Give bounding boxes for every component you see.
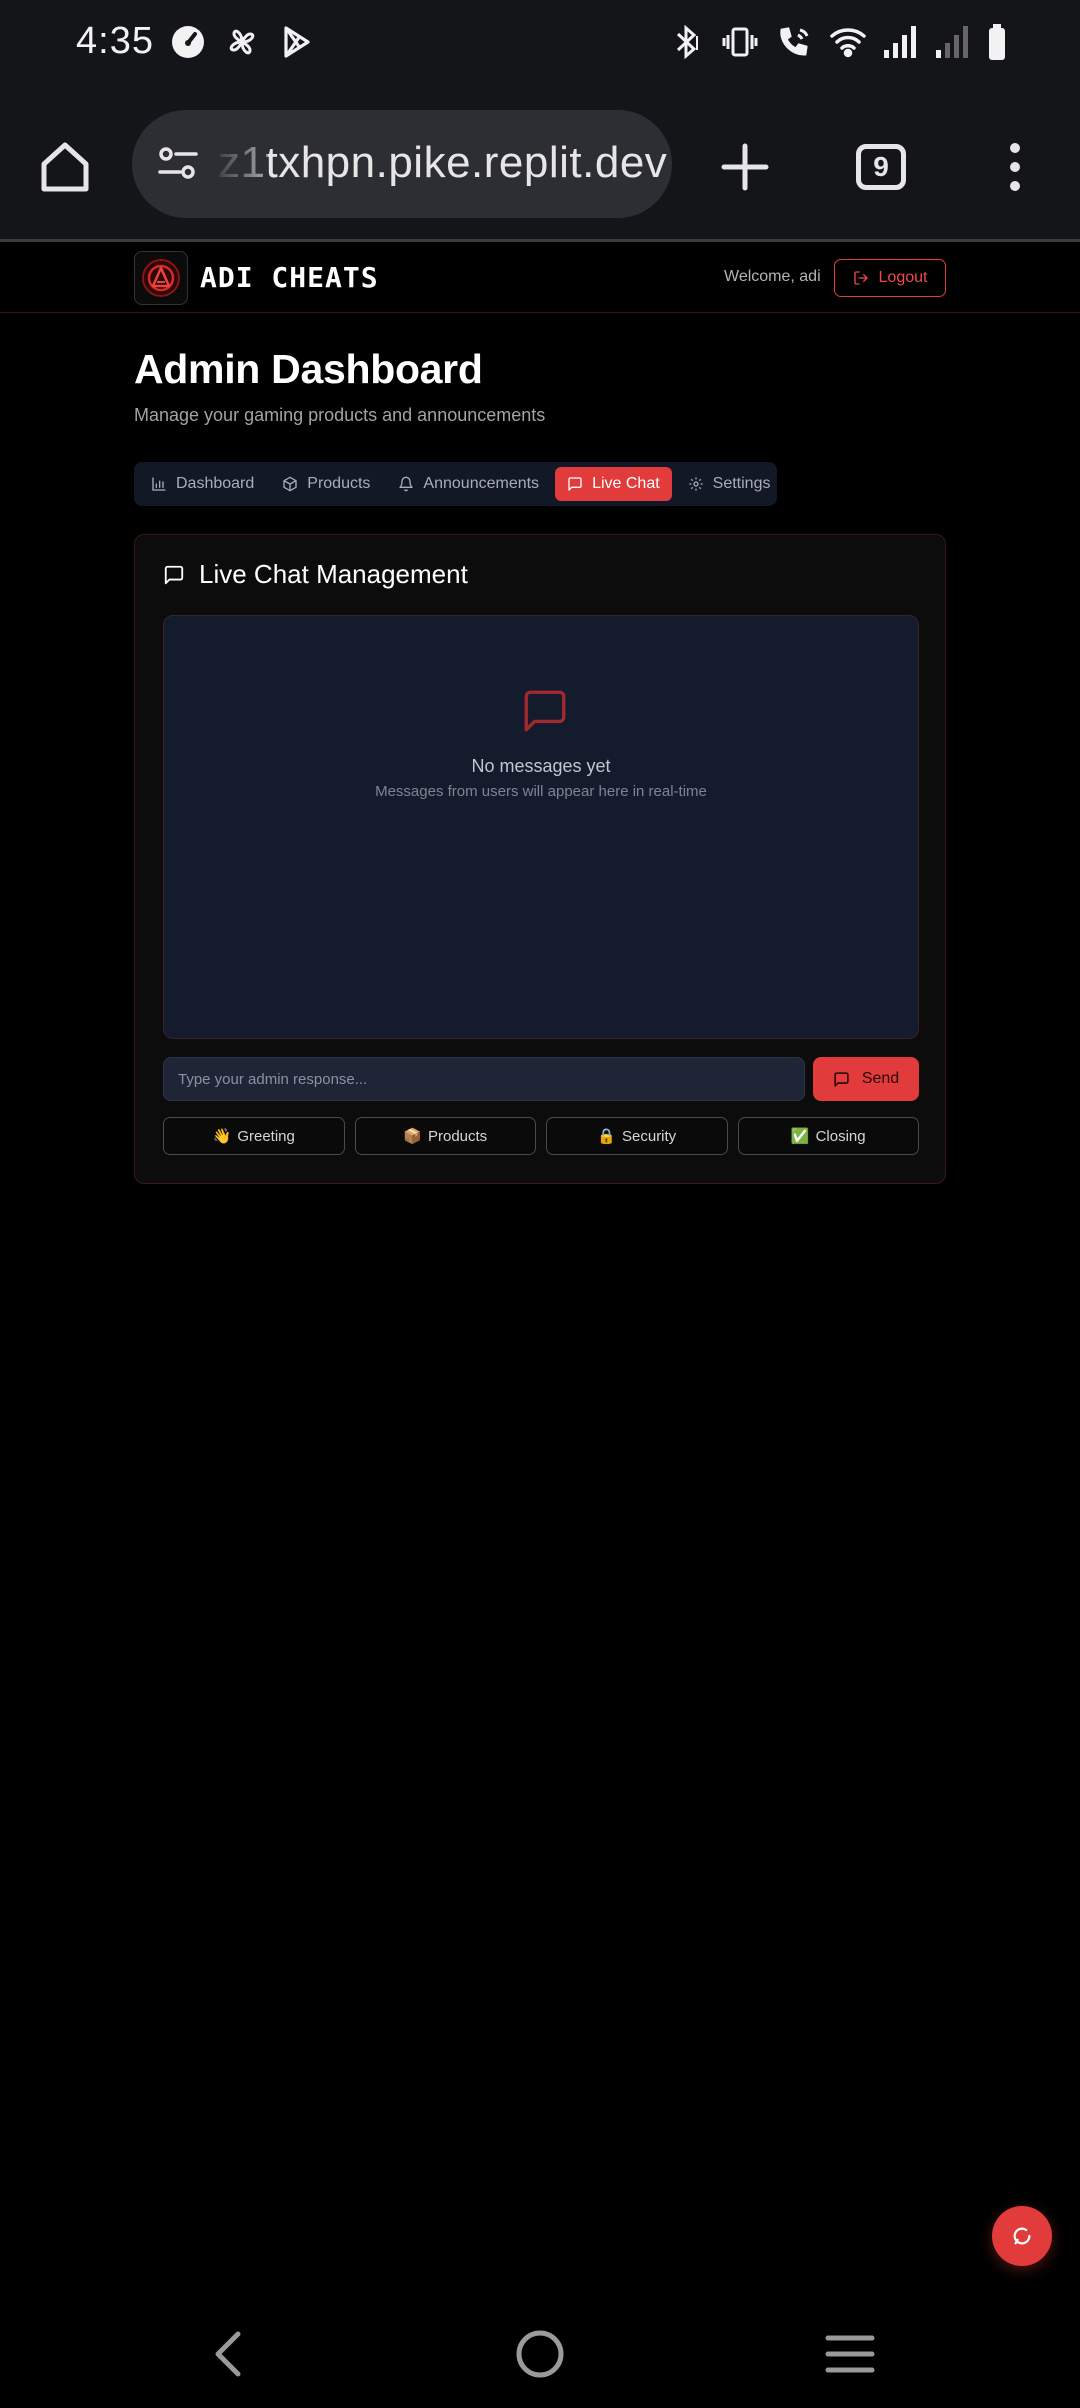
tab-label: Products <box>307 475 371 492</box>
tab-live-chat[interactable]: Live Chat <box>555 467 672 501</box>
tab-announcements[interactable]: Announcements <box>386 467 551 501</box>
card-title: Live Chat Management <box>163 559 468 590</box>
page-subtitle: Manage your gaming products and announce… <box>134 405 546 425</box>
brand-name: ADI CHEATS <box>200 261 379 294</box>
quick-reply-security[interactable]: 🔒 Security <box>546 1117 728 1155</box>
pinwheel-icon <box>222 22 262 67</box>
quick-reply-products[interactable]: 📦 Products <box>354 1117 536 1155</box>
floating-chat-button[interactable] <box>992 2206 1052 2266</box>
quick-reply-closing[interactable]: ✅ Closing <box>737 1117 919 1155</box>
quick-reply-label: Greeting <box>237 1127 295 1145</box>
message-square-icon <box>568 477 582 491</box>
live-chat-card: Live Chat Management No messages yet Mes… <box>134 534 946 1184</box>
package-icon: 📦 <box>403 1128 422 1145</box>
bar-chart-icon <box>152 477 166 491</box>
empty-state-title: No messages yet <box>471 756 611 776</box>
chat-bubble-icon <box>1013 2227 1031 2245</box>
play-store-icon <box>276 22 316 67</box>
status-bar: 4:35 <box>0 0 1080 88</box>
nav-recents-button[interactable] <box>818 2322 882 2386</box>
site-header: ADI CHEATS Welcome, adi Logout <box>0 245 1080 313</box>
tab-products[interactable]: Products <box>270 467 382 501</box>
home-icon <box>41 142 89 192</box>
quick-reply-label: Products <box>427 1127 488 1145</box>
page-title: Admin Dashboard <box>134 346 483 392</box>
site-settings-icon[interactable] <box>156 142 200 191</box>
menu-icon <box>825 2335 875 2373</box>
logo-icon <box>142 259 180 297</box>
package-icon <box>283 476 297 492</box>
battery-icon <box>986 22 1008 67</box>
quick-reply-label: Security <box>622 1127 677 1145</box>
quick-replies: 👋 Greeting 📦 Products 🔒 Security ✅ Closi… <box>163 1117 919 1155</box>
tab-label: Dashboard <box>176 475 255 492</box>
logout-label: Logout <box>878 269 928 286</box>
card-title-text: Live Chat Management <box>199 559 468 589</box>
wifi-calling-icon <box>774 22 814 67</box>
nav-back-button[interactable] <box>196 2322 260 2386</box>
tab-label: Announcements <box>423 475 540 492</box>
vibrate-icon <box>720 22 760 67</box>
gear-icon <box>688 477 703 491</box>
empty-state-subtitle: Messages from users will appear here in … <box>375 783 707 800</box>
tab-label: Live Chat <box>592 475 660 492</box>
check-mark-icon: ✅ <box>790 1128 810 1145</box>
browser-toolbar: z1txhpn.pike.replit.dev 9 <box>0 88 1080 242</box>
nav-home-button[interactable] <box>508 2322 572 2386</box>
more-vertical-icon <box>1010 143 1020 191</box>
quick-reply-label: Closing <box>815 1127 866 1145</box>
address-bar[interactable]: z1txhpn.pike.replit.dev <box>132 110 672 218</box>
bluetooth-icon <box>666 22 706 67</box>
message-square-icon <box>834 1071 849 1087</box>
speedometer-icon <box>168 22 208 67</box>
tab-settings[interactable]: Settings <box>676 467 783 501</box>
signal-weak-icon <box>934 22 972 67</box>
quick-reply-greeting[interactable]: 👋 Greeting <box>163 1117 345 1155</box>
browser-menu-button[interactable] <box>982 134 1048 200</box>
empty-chat-icon <box>520 686 570 741</box>
tab-label: Settings <box>712 475 771 492</box>
status-time: 4:35 <box>76 20 154 62</box>
send-label: Send <box>861 1070 900 1087</box>
tab-switcher-button[interactable]: 9 <box>848 134 914 200</box>
send-button[interactable]: Send <box>813 1057 919 1101</box>
admin-tabs: Dashboard Products Announcements Live Ch… <box>134 462 777 506</box>
tab-count: 9 <box>856 144 906 190</box>
signal-icon <box>882 22 920 67</box>
plus-icon <box>721 143 769 191</box>
logout-button[interactable]: Logout <box>834 259 946 297</box>
waving-hand-icon: 👋 <box>212 1128 232 1145</box>
home-circle-icon <box>516 2330 564 2378</box>
back-icon <box>215 2331 241 2377</box>
system-nav-bar <box>0 2300 1080 2408</box>
chat-messages-area: No messages yet Messages from users will… <box>163 615 919 1039</box>
admin-response-input[interactable] <box>163 1057 805 1101</box>
logo[interactable] <box>134 251 188 305</box>
logout-icon <box>853 271 868 285</box>
bell-icon <box>399 476 414 492</box>
wifi-icon <box>828 22 868 67</box>
url-text: z1txhpn.pike.replit.dev <box>218 138 668 187</box>
message-square-icon <box>164 565 184 584</box>
new-tab-button[interactable] <box>712 134 778 200</box>
home-button[interactable] <box>32 134 98 200</box>
lock-icon: 🔒 <box>597 1128 616 1145</box>
welcome-text: Welcome, adi <box>724 268 821 285</box>
tab-dashboard[interactable]: Dashboard <box>139 467 266 501</box>
